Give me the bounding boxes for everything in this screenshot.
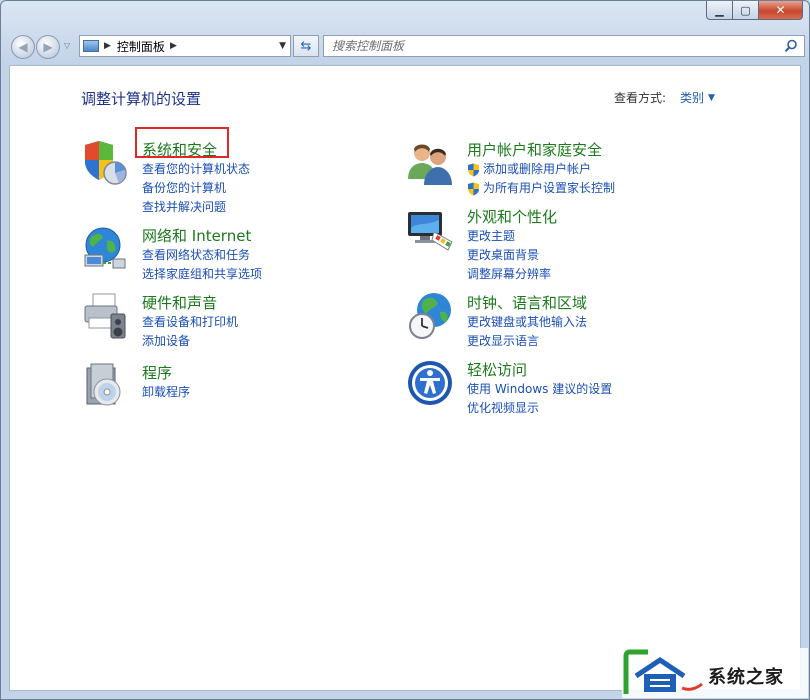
link-homegroup-sharing[interactable]: 选择家庭组和共享选项 — [142, 265, 262, 284]
view-by-value[interactable]: 类别 — [680, 89, 704, 106]
control-panel-icon — [83, 40, 99, 52]
search-input[interactable] — [330, 38, 784, 54]
chevron-down-icon[interactable]: ▼ — [708, 93, 715, 103]
category-links: 使用 Windows 建议的设置 优化视频显示 — [467, 380, 612, 418]
category-title-hardware-sound[interactable]: 硬件和声音 — [142, 292, 217, 313]
link-add-device[interactable]: 添加设备 — [142, 332, 238, 351]
clock-globe-icon[interactable] — [406, 292, 454, 340]
link-devices-printers[interactable]: 查看设备和打印机 — [142, 313, 238, 332]
navigation-bar: ◀ ▶ ▽ ▶ 控制面板 ▶ ▼ ⇆ — [9, 33, 805, 61]
link-uninstall-program[interactable]: 卸载程序 — [142, 383, 190, 402]
monitor-palette-icon[interactable] — [406, 206, 454, 254]
link-change-background[interactable]: 更改桌面背景 — [467, 246, 551, 265]
control-panel-window: ▁ ▢ ✕ ◀ ▶ ▽ ▶ 控制面板 ▶ ▼ ⇆ 调整计算机的 — [0, 0, 810, 700]
close-button[interactable]: ✕ — [759, 1, 803, 20]
address-dropdown-icon[interactable]: ▼ — [279, 41, 286, 51]
link-change-display-language[interactable]: 更改显示语言 — [467, 332, 587, 351]
network-globe-icon[interactable] — [81, 225, 129, 273]
category-title-programs[interactable]: 程序 — [142, 362, 172, 383]
link-change-theme[interactable]: 更改主题 — [467, 227, 551, 246]
link-view-network-status[interactable]: 查看网络状态和任务 — [142, 246, 262, 265]
back-button[interactable]: ◀ — [11, 35, 35, 59]
content-pane: 调整计算机的设置 查看方式: 类别 ▼ 系统和安全 查看您的计算机状态 备份您的… — [9, 65, 801, 691]
category-links: 查看您的计算机状态 备份您的计算机 查找并解决问题 — [142, 160, 250, 217]
view-by-dropdown[interactable]: 类别 ▼ — [680, 89, 715, 106]
recent-pages-dropdown-icon[interactable]: ▽ — [64, 41, 70, 50]
category-title-clock-language-region[interactable]: 时钟、语言和区域 — [467, 292, 587, 313]
category-title-ease-of-access[interactable]: 轻松访问 — [467, 359, 527, 380]
category-title-network-internet[interactable]: 网络和 Internet — [142, 225, 251, 246]
back-arrow-icon: ◀ — [18, 40, 28, 54]
category-links: 更改键盘或其他输入法 更改显示语言 — [467, 313, 587, 351]
window-caption-buttons: ▁ ▢ ✕ — [706, 1, 803, 20]
refresh-button[interactable]: ⇆ — [293, 35, 319, 57]
address-bar[interactable]: ▶ 控制面板 ▶ ▼ — [79, 35, 291, 57]
category-title-appearance[interactable]: 外观和个性化 — [467, 206, 557, 227]
category-title-user-accounts[interactable]: 用户帐户和家庭安全 — [467, 139, 602, 160]
search-icon[interactable] — [784, 39, 798, 53]
forward-button[interactable]: ▶ — [36, 35, 60, 59]
uac-shield-icon — [468, 182, 479, 195]
link-text[interactable]: 为所有用户设置家长控制 — [483, 179, 615, 198]
breadcrumb-chevron-icon[interactable]: ▶ — [104, 41, 111, 51]
link-text[interactable]: 添加或删除用户帐户 — [483, 160, 591, 179]
watermark-text: 系统之家 — [708, 667, 784, 688]
programs-disc-icon[interactable] — [81, 362, 129, 410]
forward-arrow-icon: ▶ — [43, 40, 53, 54]
link-backup-computer[interactable]: 备份您的计算机 — [142, 179, 250, 198]
link-optimize-video-display[interactable]: 优化视频显示 — [467, 399, 612, 418]
ease-of-access-icon[interactable] — [406, 359, 454, 407]
link-screen-resolution[interactable]: 调整屏幕分辨率 — [467, 265, 551, 284]
breadcrumb-control-panel[interactable]: 控制面板 — [117, 38, 165, 55]
link-change-input-method[interactable]: 更改键盘或其他输入法 — [467, 313, 587, 332]
category-links: 添加或删除用户帐户 为所有用户设置家长控制 — [467, 160, 615, 198]
link-parental-controls[interactable]: 为所有用户设置家长控制 — [467, 179, 615, 198]
category-links: 卸载程序 — [142, 383, 190, 402]
shield-computer-icon[interactable] — [81, 139, 129, 187]
link-view-computer-status[interactable]: 查看您的计算机状态 — [142, 160, 250, 179]
link-add-remove-accounts[interactable]: 添加或删除用户帐户 — [467, 160, 615, 179]
view-by-label: 查看方式: — [614, 91, 667, 105]
link-windows-recommended-settings[interactable]: 使用 Windows 建议的设置 — [467, 380, 612, 399]
minimize-button[interactable]: ▁ — [706, 1, 733, 20]
refresh-icon: ⇆ — [300, 38, 312, 54]
page-title: 调整计算机的设置 — [81, 90, 202, 108]
category-links: 更改主题 更改桌面背景 调整屏幕分辨率 — [467, 227, 551, 284]
uac-shield-icon — [468, 163, 479, 176]
search-box[interactable] — [323, 35, 805, 57]
maximize-button[interactable]: ▢ — [733, 1, 759, 20]
highlight-annotation-box — [135, 127, 229, 158]
breadcrumb-chevron-icon[interactable]: ▶ — [170, 41, 177, 51]
printer-speaker-icon[interactable] — [81, 292, 129, 340]
link-troubleshoot[interactable]: 查找并解决问题 — [142, 198, 250, 217]
category-links: 查看设备和打印机 添加设备 — [142, 313, 238, 351]
users-icon[interactable] — [406, 139, 454, 187]
category-links: 查看网络状态和任务 选择家庭组和共享选项 — [142, 246, 262, 284]
